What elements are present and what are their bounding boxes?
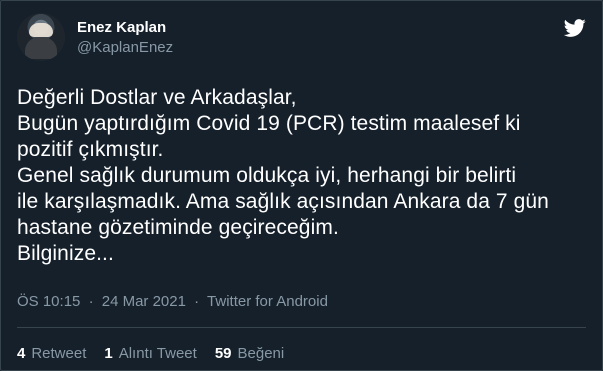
tweet-text: Değerli Dostlar ve Arkadaşlar, Bugün yap… (17, 86, 549, 265)
quote-tweets-count: 1 (104, 345, 113, 362)
quote-tweets-label: Alıntı Tweet (118, 345, 197, 362)
author-handle[interactable]: @KaplanEnez (77, 39, 173, 57)
likes-count: 59 (214, 345, 232, 362)
tweet-time[interactable]: ÖS 10:15 (17, 293, 80, 310)
tweet-meta: ÖS 10:15 · 24 Mar 2021 · Twitter for And… (17, 293, 328, 311)
quote-tweets-stat[interactable]: 1 Alıntı Tweet (104, 345, 196, 363)
twitter-bird-icon[interactable] (564, 17, 586, 39)
tweet-stats: 4 Retweet 1 Alıntı Tweet 59 Beğeni (17, 345, 284, 363)
tweet-card: Enez Kaplan @KaplanEnez Değerli Dostlar … (0, 0, 603, 371)
meta-separator: · (194, 293, 200, 310)
meta-separator: · (88, 293, 94, 310)
tweet-header: Enez Kaplan @KaplanEnez (17, 13, 586, 61)
retweets-label: Retweet (31, 345, 87, 362)
author-display-name[interactable]: Enez Kaplan (77, 19, 173, 37)
divider (17, 327, 586, 328)
likes-stat[interactable]: 59 Beğeni (215, 345, 284, 363)
author-names: Enez Kaplan @KaplanEnez (77, 19, 173, 57)
tweet-source[interactable]: Twitter for Android (207, 293, 328, 310)
likes-label: Beğeni (237, 345, 285, 362)
avatar[interactable] (17, 13, 65, 61)
retweets-stat[interactable]: 4 Retweet (17, 345, 86, 363)
tweet-date[interactable]: 24 Mar 2021 (102, 293, 186, 310)
retweets-count: 4 (17, 345, 26, 362)
